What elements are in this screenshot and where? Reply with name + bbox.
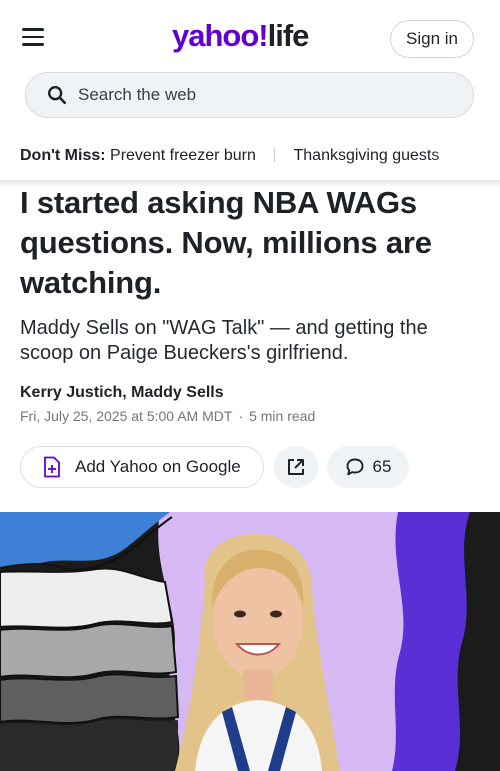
article-authors[interactable]: Kerry Justich, Maddy Sells	[20, 384, 224, 402]
logo-section: life	[267, 18, 310, 53]
hamburger-menu-icon[interactable]	[22, 28, 44, 46]
site-header: yahoo!life Sign in	[0, 0, 500, 62]
dont-miss-strip: Don't Miss: Prevent freezer burn Thanksg…	[0, 136, 500, 180]
search-input[interactable]	[78, 85, 438, 105]
article-meta: Fri, July 25, 2025 at 5:00 AM MDT · 5 min …	[20, 408, 315, 424]
hero-illustration	[0, 512, 500, 771]
comment-bubble-icon	[346, 458, 363, 476]
add-document-icon	[44, 456, 60, 478]
article-headline: I started asking NBA WAGs questions. Now…	[20, 185, 432, 300]
add-google-label: Add Yahoo on Google	[75, 457, 241, 476]
share-button[interactable]	[274, 446, 318, 488]
sign-in-button[interactable]: Sign in	[390, 20, 474, 58]
strip-fade	[430, 136, 500, 180]
read-time: 5 min read	[249, 408, 316, 424]
share-external-icon	[288, 459, 304, 475]
comments-count: 65	[372, 457, 392, 476]
add-yahoo-on-google-button[interactable]: Add Yahoo on Google	[20, 446, 264, 488]
article-subheadline: Maddy Sells on "WAG Talk" — and getting …	[20, 317, 428, 364]
divider	[274, 148, 276, 162]
hero-image[interactable]	[0, 512, 500, 771]
dont-miss-item[interactable]: Prevent freezer burn	[110, 147, 256, 164]
comments-button[interactable]: 65	[327, 446, 409, 488]
yahoo-life-logo[interactable]: yahoo!life	[172, 18, 310, 54]
search-icon	[48, 86, 67, 105]
dont-miss-label: Don't Miss:	[20, 147, 106, 164]
logo-brand: yahoo!	[172, 18, 269, 53]
search-bar[interactable]	[25, 72, 474, 118]
publish-date: Fri, July 25, 2025 at 5:00 AM MDT	[20, 408, 233, 424]
dont-miss-item[interactable]: Thanksgiving guests	[294, 147, 440, 164]
meta-separator: ·	[238, 408, 244, 424]
